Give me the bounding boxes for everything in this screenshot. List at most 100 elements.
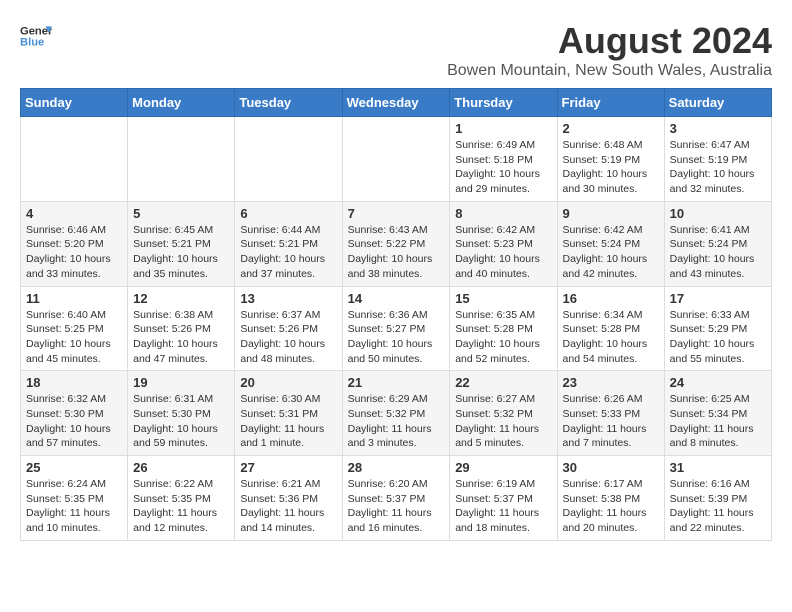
calendar-cell: 30Sunrise: 6:17 AM Sunset: 5:38 PM Dayli… <box>557 456 664 541</box>
day-number: 20 <box>240 375 336 390</box>
day-number: 9 <box>563 206 659 221</box>
calendar-cell: 3 Sunrise: 6:47 AM Sunset: 5:19 PM Daylig… <box>664 117 771 202</box>
calendar-cell: 10 Sunrise: 6:41 AM Sunset: 5:24 PM Dayli… <box>664 201 771 286</box>
day-header-friday: Friday <box>557 89 664 117</box>
calendar-cell <box>235 117 342 202</box>
calendar-cell: 18 Sunrise: 6:32 AM Sunset: 5:30 PM Dayli… <box>21 371 128 456</box>
day-header-thursday: Thursday <box>450 89 557 117</box>
day-number: 26 <box>133 460 229 475</box>
day-info: Sunrise: 6:47 AM Sunset: 5:19 PM Dayligh… <box>670 138 766 197</box>
day-number: 13 <box>240 291 336 306</box>
day-number: 25 <box>26 460 122 475</box>
week-row-1: 1Sunrise: 6:49 AM Sunset: 5:18 PM Daylig… <box>21 117 772 202</box>
calendar-cell: 7 Sunrise: 6:43 AM Sunset: 5:22 PM Daylig… <box>342 201 450 286</box>
day-number: 1 <box>455 121 551 136</box>
calendar-cell: 15Sunrise: 6:35 AM Sunset: 5:28 PM Dayli… <box>450 286 557 371</box>
day-info: Sunrise: 6:45 AM Sunset: 5:21 PM Dayligh… <box>133 223 229 282</box>
calendar-cell: 2 Sunrise: 6:48 AM Sunset: 5:19 PM Daylig… <box>557 117 664 202</box>
day-number: 21 <box>348 375 445 390</box>
calendar-cell: 16Sunrise: 6:34 AM Sunset: 5:28 PM Dayli… <box>557 286 664 371</box>
day-info: Sunrise: 6:44 AM Sunset: 5:21 PM Dayligh… <box>240 223 336 282</box>
day-number: 24 <box>670 375 766 390</box>
calendar-cell: 25 Sunrise: 6:24 AM Sunset: 5:35 PM Dayli… <box>21 456 128 541</box>
day-info: Sunrise: 6:38 AM Sunset: 5:26 PM Dayligh… <box>133 308 229 367</box>
title-block: August 2024 Bowen Mountain, New South Wa… <box>447 20 772 80</box>
calendar-cell <box>21 117 128 202</box>
week-row-2: 4Sunrise: 6:46 AM Sunset: 5:20 PM Daylig… <box>21 201 772 286</box>
calendar-cell: 17 Sunrise: 6:33 AM Sunset: 5:29 PM Dayli… <box>664 286 771 371</box>
day-info: Sunrise: 6:40 AM Sunset: 5:25 PM Dayligh… <box>26 308 122 367</box>
day-info: Sunrise: 6:16 AM Sunset: 5:39 PM Dayligh… <box>670 477 766 536</box>
day-header-sunday: Sunday <box>21 89 128 117</box>
day-info: Sunrise: 6:42 AM Sunset: 5:23 PM Dayligh… <box>455 223 551 282</box>
day-info: Sunrise: 6:21 AM Sunset: 5:36 PM Dayligh… <box>240 477 336 536</box>
calendar-cell: 4Sunrise: 6:46 AM Sunset: 5:20 PM Daylig… <box>21 201 128 286</box>
day-number: 3 <box>670 121 766 136</box>
day-header-wednesday: Wednesday <box>342 89 450 117</box>
calendar-cell: 9 Sunrise: 6:42 AM Sunset: 5:24 PM Daylig… <box>557 201 664 286</box>
day-number: 29 <box>455 460 551 475</box>
calendar-cell: 26Sunrise: 6:22 AM Sunset: 5:35 PM Dayli… <box>128 456 235 541</box>
day-info: Sunrise: 6:48 AM Sunset: 5:19 PM Dayligh… <box>563 138 659 197</box>
day-info: Sunrise: 6:29 AM Sunset: 5:32 PM Dayligh… <box>348 392 445 451</box>
day-info: Sunrise: 6:27 AM Sunset: 5:32 PM Dayligh… <box>455 392 551 451</box>
calendar-cell: 20 Sunrise: 6:30 AM Sunset: 5:31 PM Dayli… <box>235 371 342 456</box>
calendar-cell: 11 Sunrise: 6:40 AM Sunset: 5:25 PM Dayli… <box>21 286 128 371</box>
calendar-cell: 23 Sunrise: 6:26 AM Sunset: 5:33 PM Dayli… <box>557 371 664 456</box>
day-number: 23 <box>563 375 659 390</box>
day-info: Sunrise: 6:34 AM Sunset: 5:28 PM Dayligh… <box>563 308 659 367</box>
day-number: 7 <box>348 206 445 221</box>
day-number: 6 <box>240 206 336 221</box>
logo-icon: General Blue <box>20 20 52 52</box>
day-number: 5 <box>133 206 229 221</box>
day-header-tuesday: Tuesday <box>235 89 342 117</box>
calendar-cell: 21 Sunrise: 6:29 AM Sunset: 5:32 PM Dayli… <box>342 371 450 456</box>
day-number: 12 <box>133 291 229 306</box>
calendar-cell: 22 Sunrise: 6:27 AM Sunset: 5:32 PM Dayli… <box>450 371 557 456</box>
day-info: Sunrise: 6:30 AM Sunset: 5:31 PM Dayligh… <box>240 392 336 451</box>
day-number: 14 <box>348 291 445 306</box>
day-number: 2 <box>563 121 659 136</box>
day-header-monday: Monday <box>128 89 235 117</box>
calendar-cell: 31 Sunrise: 6:16 AM Sunset: 5:39 PM Dayli… <box>664 456 771 541</box>
day-number: 27 <box>240 460 336 475</box>
day-info: Sunrise: 6:42 AM Sunset: 5:24 PM Dayligh… <box>563 223 659 282</box>
day-info: Sunrise: 6:19 AM Sunset: 5:37 PM Dayligh… <box>455 477 551 536</box>
day-number: 22 <box>455 375 551 390</box>
calendar-cell: 14Sunrise: 6:36 AM Sunset: 5:27 PM Dayli… <box>342 286 450 371</box>
calendar-cell: 6 Sunrise: 6:44 AM Sunset: 5:21 PM Daylig… <box>235 201 342 286</box>
page-header: General Blue August 2024 Bowen Mountain,… <box>20 20 772 80</box>
day-info: Sunrise: 6:46 AM Sunset: 5:20 PM Dayligh… <box>26 223 122 282</box>
calendar-cell: 13 Sunrise: 6:37 AM Sunset: 5:26 PM Dayli… <box>235 286 342 371</box>
calendar-cell: 8Sunrise: 6:42 AM Sunset: 5:23 PM Daylig… <box>450 201 557 286</box>
calendar-table: SundayMondayTuesdayWednesdayThursdayFrid… <box>20 88 772 541</box>
day-number: 18 <box>26 375 122 390</box>
day-info: Sunrise: 6:32 AM Sunset: 5:30 PM Dayligh… <box>26 392 122 451</box>
day-number: 11 <box>26 291 122 306</box>
logo: General Blue <box>20 20 52 52</box>
day-number: 31 <box>670 460 766 475</box>
day-info: Sunrise: 6:20 AM Sunset: 5:37 PM Dayligh… <box>348 477 445 536</box>
week-row-4: 18 Sunrise: 6:32 AM Sunset: 5:30 PM Dayli… <box>21 371 772 456</box>
week-row-5: 25 Sunrise: 6:24 AM Sunset: 5:35 PM Dayli… <box>21 456 772 541</box>
svg-text:Blue: Blue <box>20 37 44 49</box>
calendar-cell: 19Sunrise: 6:31 AM Sunset: 5:30 PM Dayli… <box>128 371 235 456</box>
calendar-cell: 5 Sunrise: 6:45 AM Sunset: 5:21 PM Daylig… <box>128 201 235 286</box>
day-info: Sunrise: 6:33 AM Sunset: 5:29 PM Dayligh… <box>670 308 766 367</box>
day-info: Sunrise: 6:43 AM Sunset: 5:22 PM Dayligh… <box>348 223 445 282</box>
main-title: August 2024 <box>447 20 772 62</box>
days-header-row: SundayMondayTuesdayWednesdayThursdayFrid… <box>21 89 772 117</box>
calendar-cell <box>128 117 235 202</box>
calendar-cell: 24Sunrise: 6:25 AM Sunset: 5:34 PM Dayli… <box>664 371 771 456</box>
calendar-cell: 12 Sunrise: 6:38 AM Sunset: 5:26 PM Dayli… <box>128 286 235 371</box>
day-info: Sunrise: 6:41 AM Sunset: 5:24 PM Dayligh… <box>670 223 766 282</box>
day-info: Sunrise: 6:37 AM Sunset: 5:26 PM Dayligh… <box>240 308 336 367</box>
day-number: 17 <box>670 291 766 306</box>
day-info: Sunrise: 6:24 AM Sunset: 5:35 PM Dayligh… <box>26 477 122 536</box>
day-info: Sunrise: 6:26 AM Sunset: 5:33 PM Dayligh… <box>563 392 659 451</box>
day-number: 10 <box>670 206 766 221</box>
day-number: 28 <box>348 460 445 475</box>
calendar-cell: 1Sunrise: 6:49 AM Sunset: 5:18 PM Daylig… <box>450 117 557 202</box>
day-number: 15 <box>455 291 551 306</box>
day-number: 19 <box>133 375 229 390</box>
